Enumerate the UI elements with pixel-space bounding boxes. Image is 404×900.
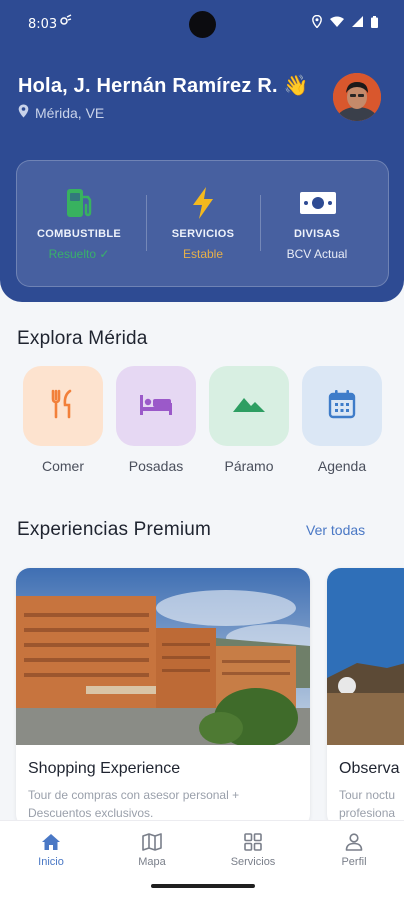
explore-tile <box>23 366 103 446</box>
explore-item-comer[interactable]: Comer <box>23 366 103 474</box>
card-description: Tour de compras con asesor personal + De… <box>28 788 240 820</box>
wifi-icon <box>330 16 344 27</box>
mountain-icon <box>232 395 266 418</box>
status-value: BCV Actual <box>286 247 348 261</box>
lightning-icon <box>185 185 221 221</box>
utensils-icon <box>49 389 77 424</box>
status-bar: 8:03 <box>0 0 404 48</box>
camera-cutout <box>189 11 216 38</box>
explore-item-paramo[interactable]: Páramo <box>209 366 289 474</box>
nav-label: Servicios <box>230 856 276 868</box>
explore-tile <box>302 366 382 446</box>
location-label: Mérida, VE <box>35 104 105 121</box>
status-time: 8:03 <box>28 17 58 32</box>
nav-label: Perfil <box>341 856 367 868</box>
card-title: Observa <box>339 760 400 777</box>
nav-label: Inicio <box>38 856 64 868</box>
card-image <box>327 568 404 745</box>
location-pin-icon <box>18 104 29 121</box>
location-status-icon <box>312 15 322 28</box>
card-title: Shopping Experience <box>28 760 181 777</box>
nav-item-mapa[interactable]: Mapa <box>112 833 192 868</box>
card-image <box>16 568 310 748</box>
status-label: SERVICIOS <box>171 228 235 240</box>
status-value: Resuelto ✓ <box>48 247 110 261</box>
status-combustible[interactable]: COMBUSTIBLE Resuelto ✓ <box>17 161 141 288</box>
money-icon <box>299 185 336 221</box>
home-icon <box>11 833 91 851</box>
experience-card[interactable]: Observa Tour noctu profesiona <box>327 568 404 828</box>
gas-pump-icon <box>61 185 97 221</box>
premium-title: Experiencias Premium <box>17 519 212 540</box>
explore-label: Posadas <box>128 458 184 474</box>
location-row: Mérida, VE <box>18 104 104 121</box>
status-card: COMBUSTIBLE Resuelto ✓ SERVICIOS Estable… <box>16 160 389 287</box>
avatar[interactable] <box>333 73 381 121</box>
calendar-icon <box>328 389 356 424</box>
bottom-nav: Inicio Mapa Servicios Perfil <box>0 820 404 900</box>
explore-label: Comer <box>41 458 84 474</box>
nav-label: Mapa <box>138 856 166 868</box>
experience-card[interactable]: Shopping Experience Tour de compras con … <box>16 568 310 828</box>
map-icon <box>112 833 192 851</box>
cast-icon <box>60 14 72 29</box>
explore-title: Explora Mérida <box>17 328 148 349</box>
status-divisas[interactable]: DIVISAS BCV Actual <box>255 161 379 288</box>
nav-item-servicios[interactable]: Servicios <box>213 833 293 868</box>
status-label: COMBUSTIBLE <box>37 228 121 240</box>
greeting-title: Hola, J. Hernán Ramírez R. 👋 <box>18 75 309 97</box>
explore-label: Páramo <box>224 458 274 474</box>
user-icon <box>314 833 394 851</box>
status-label: DIVISAS <box>293 228 341 240</box>
explore-tile <box>209 366 289 446</box>
home-indicator <box>151 884 255 888</box>
status-servicios[interactable]: SERVICIOS Estable <box>141 161 265 288</box>
see-all-link[interactable]: Ver todas <box>306 522 365 538</box>
nav-item-perfil[interactable]: Perfil <box>314 833 394 868</box>
header-panel: 8:03 Hola, J. Hernán Ramírez R. 👋 Mérida… <box>0 0 404 302</box>
signal-icon <box>352 16 363 27</box>
card-description: Tour noctu profesiona <box>339 788 396 820</box>
explore-item-agenda[interactable]: Agenda <box>302 366 382 474</box>
explore-tile <box>116 366 196 446</box>
explore-item-posadas[interactable]: Posadas <box>116 366 196 474</box>
bed-icon <box>139 393 173 420</box>
nav-item-inicio[interactable]: Inicio <box>11 833 91 868</box>
grid-icon <box>213 833 293 851</box>
status-value: Estable <box>182 247 224 261</box>
battery-icon <box>371 15 378 28</box>
explore-label: Agenda <box>317 458 367 474</box>
